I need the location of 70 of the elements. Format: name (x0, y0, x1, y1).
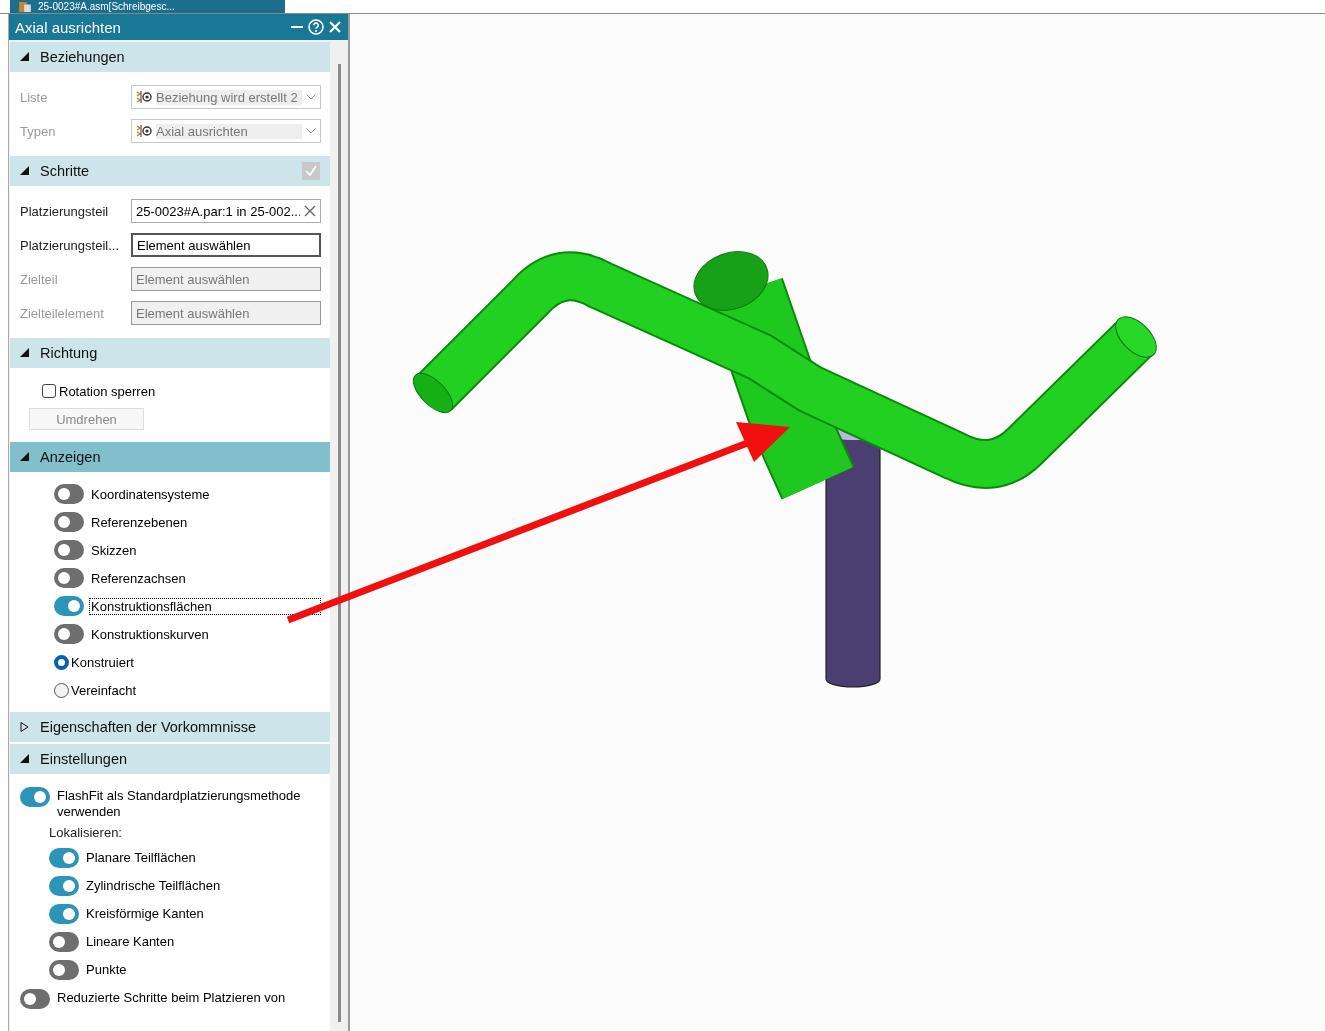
field-label: Typen (20, 123, 57, 139)
toggle-switch[interactable] (20, 787, 50, 807)
collapse-triangle-icon (20, 348, 29, 358)
checkbox-label: Rotation sperren (59, 383, 156, 399)
radio-label: Konstruiert (71, 654, 134, 670)
toggle-switch[interactable] (54, 540, 84, 560)
panel-title: Axial ausrichten (15, 18, 122, 36)
toggle-label: FlashFit als Standardplatzierungsmethode verwenden (56, 787, 302, 821)
section-title: Beziehungen (40, 49, 126, 65)
clear-icon[interactable] (304, 205, 316, 217)
collapse-triangle-icon (20, 166, 29, 176)
section-title: Schritte (40, 163, 91, 179)
relation-icon (136, 124, 152, 138)
toggle-label: Konstruktionskurven (90, 625, 210, 643)
radio-button[interactable] (54, 654, 69, 670)
toggle-label: Reduzierte Schritte beim Platzieren von (56, 989, 287, 1007)
radio-button[interactable] (54, 682, 69, 698)
relation-icon (136, 90, 152, 104)
toggle-label: Skizzen (90, 541, 138, 559)
toggle-label: Kreisförmige Kanten (85, 905, 205, 923)
section-header[interactable]: Eigenschaften der Vorkommnisse (10, 712, 330, 742)
toggle-switch[interactable] (49, 932, 79, 952)
help-icon[interactable] (308, 19, 324, 35)
toggle-label: Zylindrische Teilflächen (85, 877, 222, 895)
field-label: Liste (20, 89, 49, 105)
toggle-switch[interactable] (54, 512, 84, 532)
section-header[interactable]: Anzeigen (10, 442, 330, 472)
input-field[interactable]: 25-0023#A.par:1 in 25-002... (131, 199, 321, 223)
toggle-switch[interactable] (54, 484, 84, 504)
collapse-triangle-icon (20, 452, 29, 462)
section-header[interactable]: Schritte (10, 156, 330, 186)
toggle-switch[interactable] (54, 596, 84, 616)
toggle-label: Koordinatensysteme (90, 485, 211, 503)
toggle-switch[interactable] (54, 624, 84, 644)
section-header[interactable]: Einstellungen (10, 744, 330, 774)
close-icon[interactable] (328, 20, 342, 34)
toggle-label: Referenzebenen (90, 513, 189, 531)
section-title: Anzeigen (40, 449, 102, 465)
field-label: Zielteil (20, 271, 59, 287)
scrollbar-thumb[interactable] (337, 64, 341, 1022)
dropdown-caret-icon (306, 94, 316, 100)
section-header[interactable]: Richtung (10, 338, 330, 368)
checkbox[interactable] (42, 384, 56, 398)
collapse-triangle-icon (20, 754, 29, 764)
section-title: Eigenschaften der Vorkommnisse (40, 719, 257, 735)
toggle-switch[interactable] (54, 568, 84, 588)
input-field[interactable]: Element auswählen (131, 233, 321, 257)
group-label: Lokalisieren: (49, 824, 123, 842)
section-title: Einstellungen (40, 751, 129, 767)
toggle-switch[interactable] (49, 904, 79, 924)
section-title: Richtung (40, 345, 99, 361)
field-label: Zielteilelement (20, 305, 105, 321)
dropdown-caret-icon (306, 128, 316, 134)
document-icon (18, 1, 32, 12)
toggle-label: Lineare Kanten (85, 933, 176, 951)
toggle-switch[interactable] (49, 960, 79, 980)
toggle-switch[interactable] (49, 876, 79, 896)
toggle-label: Konstruktionsflächen (89, 597, 321, 615)
section-header[interactable]: Beziehungen (10, 42, 330, 72)
collapse-triangle-icon (20, 52, 29, 62)
radio-label: Vereinfacht (71, 682, 137, 698)
expand-triangle-icon (20, 722, 29, 732)
field-label: Platzierungsteil... (20, 237, 120, 253)
toggle-label: Punkte (85, 961, 128, 979)
toggle-switch[interactable] (20, 989, 50, 1009)
field-label: Platzierungsteil (20, 203, 110, 219)
toggle-label: Planare Teilflächen (85, 849, 197, 867)
toggle-switch[interactable] (49, 848, 79, 868)
toggle-label: Referenzachsen (90, 569, 187, 587)
document-tab[interactable]: 25-0023#A.asm[Schreibgesc... (10, 0, 285, 13)
